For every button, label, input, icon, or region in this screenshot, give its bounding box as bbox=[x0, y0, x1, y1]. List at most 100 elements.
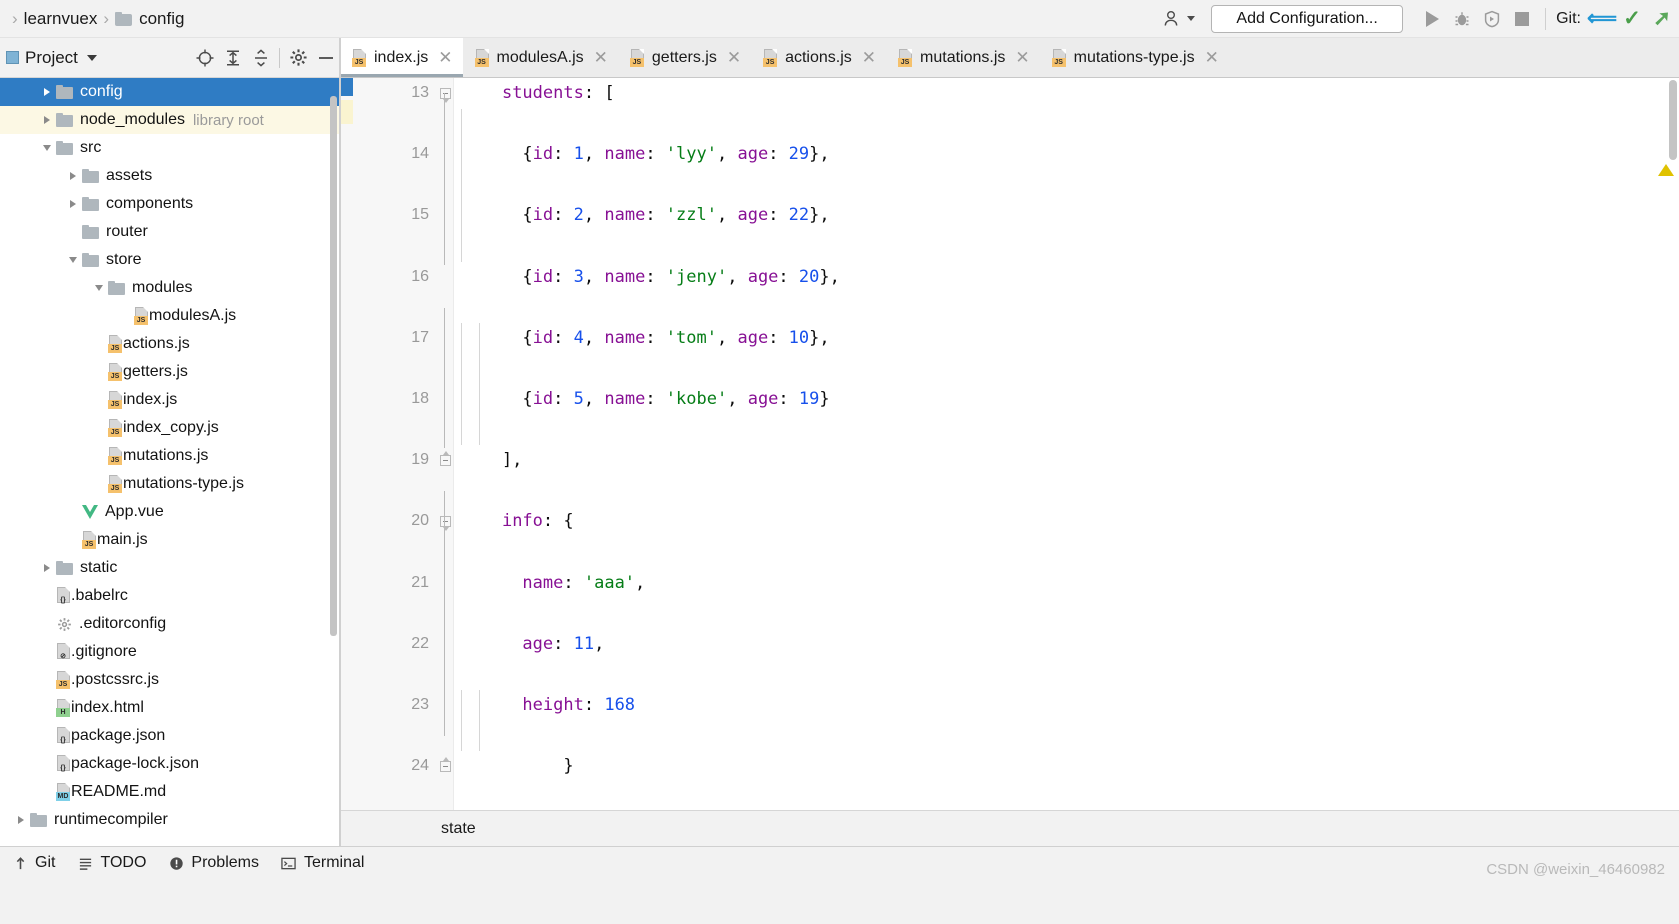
code-text: name: 'aaa', bbox=[522, 572, 646, 593]
tree-item-main-js[interactable]: JS main.js bbox=[0, 526, 340, 554]
stop-icon[interactable] bbox=[1507, 5, 1537, 33]
tree-item-router[interactable]: router bbox=[0, 218, 340, 246]
tree-item-config[interactable]: config bbox=[0, 78, 340, 106]
fold-connector bbox=[444, 307, 445, 449]
js-file-icon: JS bbox=[108, 391, 123, 409]
code-line: 17 {id: 4, name: 'tom', age: 10}, bbox=[341, 323, 1679, 354]
code-content[interactable]: 13 students: [14 {id: 1, name: 'lyy', ag… bbox=[341, 78, 1679, 810]
tree-item-index-js[interactable]: JS index.js bbox=[0, 386, 340, 414]
close-icon[interactable]: ✕ bbox=[438, 49, 452, 66]
hide-panel-icon[interactable] bbox=[312, 44, 340, 72]
commit-icon[interactable]: ✓ bbox=[1617, 5, 1647, 33]
watermark: CSDN @weixin_46460982 bbox=[1486, 861, 1665, 878]
chevron-right-icon[interactable] bbox=[66, 169, 80, 183]
code-line: 15 {id: 2, name: 'zzl', age: 22}, bbox=[341, 200, 1679, 231]
editor-tab-actions-js[interactable]: JS actions.js ✕ bbox=[751, 38, 886, 77]
tree-item-package-json[interactable]: {} package.json bbox=[0, 722, 340, 750]
user-account-icon[interactable] bbox=[1163, 10, 1196, 28]
tree-item-modules[interactable]: modules bbox=[0, 274, 340, 302]
tree-item-index-html[interactable]: Hindex.html bbox=[0, 694, 340, 722]
panel-divider bbox=[279, 47, 280, 68]
toolbar-divider bbox=[1545, 7, 1547, 30]
js-file-icon: JS bbox=[898, 48, 913, 67]
collapse-all-icon[interactable] bbox=[247, 44, 275, 72]
close-icon[interactable]: ✕ bbox=[862, 49, 876, 66]
editor-tab-mutations-type-js[interactable]: JS mutations-type.js ✕ bbox=[1040, 38, 1229, 77]
tree-item-App-vue[interactable]: App.vue bbox=[0, 498, 340, 526]
editor-breadcrumb-state[interactable]: state bbox=[341, 820, 476, 838]
editor-vertical-scrollbar[interactable] bbox=[1669, 80, 1677, 160]
tree-item-index_copy-js[interactable]: JS index_copy.js bbox=[0, 414, 340, 442]
breadcrumb-folder[interactable]: config bbox=[139, 9, 184, 29]
update-project-icon[interactable]: ⟸ bbox=[1587, 5, 1617, 33]
chevron-right-icon[interactable] bbox=[66, 197, 80, 211]
settings-gear-icon[interactable] bbox=[284, 44, 312, 72]
close-icon[interactable]: ✕ bbox=[1015, 49, 1029, 66]
tool-window-button-todo[interactable]: TODO bbox=[69, 854, 160, 872]
sidebar-scrollbar[interactable] bbox=[330, 96, 337, 636]
chevron-down-icon[interactable] bbox=[66, 253, 80, 267]
html-file-icon: H bbox=[56, 699, 71, 717]
tree-item-mutations-type-js[interactable]: JS mutations-type.js bbox=[0, 470, 340, 498]
tree-item-static[interactable]: static bbox=[0, 554, 340, 582]
project-panel-title[interactable]: Project bbox=[25, 48, 78, 68]
debug-icon[interactable] bbox=[1447, 5, 1477, 33]
push-icon[interactable]: ➚ bbox=[1647, 5, 1677, 33]
js-file-icon: JS bbox=[108, 335, 123, 353]
tool-window-button-terminal[interactable]: Terminal bbox=[273, 854, 378, 872]
editor-tab-modulesA-js[interactable]: JS modulesA.js ✕ bbox=[463, 38, 618, 77]
tree-item-assets[interactable]: assets bbox=[0, 162, 340, 190]
tree-item--postcssrc-js[interactable]: JS .postcssrc.js bbox=[0, 666, 340, 694]
tree-item-label: package-lock.json bbox=[71, 755, 200, 772]
tree-item-modulesA-js[interactable]: JS modulesA.js bbox=[0, 302, 340, 330]
close-icon[interactable]: ✕ bbox=[727, 49, 741, 66]
main-toolbar: › learnvuex › config Add Configuration..… bbox=[0, 0, 1679, 38]
vcs-icon bbox=[12, 855, 28, 871]
tool-window-button-problems[interactable]: Problems bbox=[160, 854, 273, 872]
expand-all-icon[interactable] bbox=[219, 44, 247, 72]
breadcrumb: › learnvuex › config bbox=[0, 9, 184, 29]
tree-item-store[interactable]: store bbox=[0, 246, 340, 274]
code-fold-toggle[interactable] bbox=[438, 506, 452, 537]
close-icon[interactable]: ✕ bbox=[594, 49, 608, 66]
tab-label: mutations.js bbox=[920, 48, 1006, 66]
inspection-warning-icon[interactable] bbox=[1658, 164, 1674, 176]
run-icon[interactable] bbox=[1417, 5, 1447, 33]
editor-tab-index-js[interactable]: JS index.js ✕ bbox=[340, 38, 463, 77]
editor-tab-mutations-js[interactable]: JS mutations.js ✕ bbox=[886, 38, 1040, 77]
tree-item--babelrc[interactable]: {} .babelrc bbox=[0, 582, 340, 610]
chevron-right-icon[interactable] bbox=[40, 85, 54, 99]
code-editor[interactable]: 13 students: [14 {id: 1, name: 'lyy', ag… bbox=[341, 78, 1679, 810]
fold-connector bbox=[444, 93, 445, 265]
tree-item-node_modules[interactable]: node_modules library root bbox=[0, 106, 340, 134]
tree-item-README-md[interactable]: MD README.md bbox=[0, 778, 340, 806]
run-with-coverage-icon[interactable] bbox=[1477, 5, 1507, 33]
locate-icon[interactable] bbox=[191, 44, 219, 72]
tree-item-getters-js[interactable]: JS getters.js bbox=[0, 358, 340, 386]
tool-window-label: Terminal bbox=[303, 854, 365, 871]
chevron-down-icon[interactable] bbox=[92, 281, 106, 295]
add-configuration-button[interactable]: Add Configuration... bbox=[1211, 4, 1404, 33]
tree-item-actions-js[interactable]: JS actions.js bbox=[0, 330, 340, 358]
tree-item--editorconfig[interactable]: .editorconfig bbox=[0, 610, 340, 638]
chevron-right-icon[interactable] bbox=[40, 113, 54, 127]
breadcrumb-project[interactable]: learnvuex bbox=[24, 9, 98, 29]
tree-item-mutations-js[interactable]: JS mutations.js bbox=[0, 442, 340, 470]
chevron-down-icon[interactable] bbox=[86, 54, 97, 61]
chevron-right-icon[interactable] bbox=[14, 813, 28, 827]
code-fold-toggle[interactable] bbox=[438, 751, 452, 782]
project-tree[interactable]: config node_modules library root src assets c… bbox=[0, 78, 340, 846]
tree-item-components[interactable]: components bbox=[0, 190, 340, 218]
tree-item--gitignore[interactable]: ⊘ .gitignore bbox=[0, 638, 340, 666]
tool-window-button-git[interactable]: Git bbox=[4, 854, 69, 872]
code-fold-toggle[interactable] bbox=[438, 78, 452, 109]
chevron-down-icon[interactable] bbox=[40, 141, 54, 155]
close-icon[interactable]: ✕ bbox=[1205, 49, 1219, 66]
chevron-right-icon[interactable] bbox=[40, 561, 54, 575]
tree-item-package-lock-json[interactable]: {} package-lock.json bbox=[0, 750, 340, 778]
tree-item-src[interactable]: src bbox=[0, 134, 340, 162]
code-fold-toggle[interactable] bbox=[438, 445, 452, 476]
tree-item-runtimecompiler[interactable]: runtimecompiler bbox=[0, 806, 340, 834]
editor-tab-getters-js[interactable]: JS getters.js ✕ bbox=[618, 38, 751, 77]
